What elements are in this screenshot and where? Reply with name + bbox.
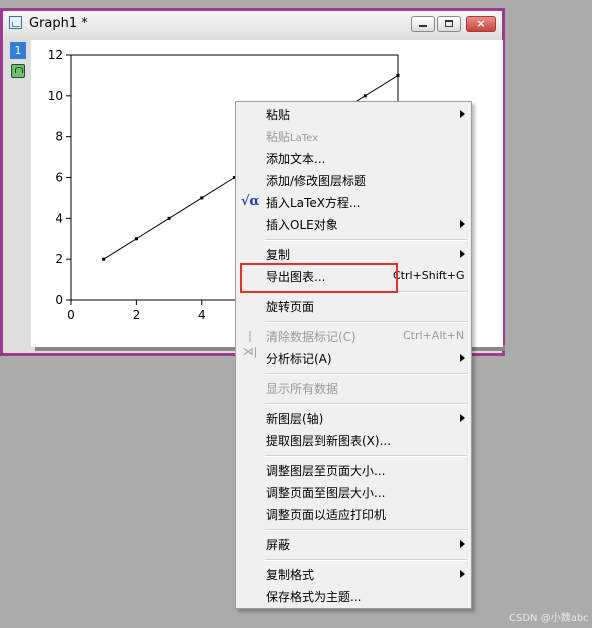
menu-item-show-all-data[interactable]: 显示所有数据 <box>236 377 471 399</box>
menu-label-fit-page-to-printer: 调整页面以适应打印机 <box>266 508 387 522</box>
menu-label-rotate-page: 旋转页面 <box>266 300 315 314</box>
menu-separator <box>265 373 467 375</box>
menu-item-clear-markers[interactable]: |⋊| 清除数据标记(C) Ctrl+Alt+N <box>236 325 471 358</box>
menu-label-add-text: 添加文本... <box>266 152 326 166</box>
submenu-arrow-icon <box>460 540 465 548</box>
menu-item-paste-latex[interactable]: 粘贴LaTex <box>236 125 471 147</box>
menu-item-fit-page-to-printer[interactable]: 调整页面以适应打印机 <box>236 503 471 525</box>
submenu-arrow-icon <box>460 250 465 258</box>
layer-1-badge[interactable]: 1 <box>10 42 26 59</box>
menu-item-paste[interactable]: 粘贴 <box>236 103 471 125</box>
menu-separator <box>265 559 467 561</box>
menu-separator <box>265 239 467 241</box>
menu-item-insert-latex[interactable]: √α 插入LaTeX方程... <box>236 191 471 213</box>
menu-item-fit-layer-to-page[interactable]: 调整图层至页面大小... <box>236 459 471 481</box>
menu-label-insert-latex: 插入LaTeX方程... <box>266 196 361 210</box>
menu-label-mask: 屏蔽 <box>266 538 291 552</box>
menu-item-mask[interactable]: 屏蔽 <box>236 533 471 555</box>
menu-item-add-layer-title[interactable]: 添加/修改图层标题 <box>236 169 471 191</box>
menu-label-insert-ole: 插入OLE对象 <box>266 218 338 232</box>
data-point <box>134 237 138 241</box>
data-point <box>363 94 367 98</box>
shortcut-clear-markers: Ctrl+Alt+N <box>403 329 465 342</box>
menu-label-copy-format: 复制格式 <box>266 568 315 582</box>
menu-label-new-layer: 新图层(轴) <box>266 412 324 426</box>
menu-label-save-format-as-theme: 保存格式为主题... <box>266 590 362 604</box>
menu-item-fit-page-to-layer[interactable]: 调整页面至图层大小... <box>236 481 471 503</box>
data-point <box>167 216 171 220</box>
y-tick-label: 12 <box>48 48 63 62</box>
clear-data-marker-icon: |⋊| <box>242 329 258 358</box>
latex-icon: √α <box>241 194 260 209</box>
maximize-icon <box>445 20 453 27</box>
menu-item-insert-ole[interactable]: 插入OLE对象 <box>236 213 471 235</box>
menu-label-paste-latex: 粘贴LaTex <box>266 128 318 145</box>
menu-label-paste: 粘贴 <box>266 108 291 122</box>
close-button[interactable]: × <box>466 16 496 32</box>
menu-label-extract-layer: 提取图层到新图表(X)... <box>266 434 392 448</box>
menu-item-save-format-as-theme[interactable]: 保存格式为主题... <box>236 585 471 607</box>
paste-latex-suffix: LaTex <box>290 133 319 144</box>
y-tick-label: 0 <box>55 293 63 307</box>
submenu-arrow-icon <box>460 570 465 578</box>
x-tick-label: 2 <box>133 308 141 322</box>
window-title: Graph1 * <box>29 16 88 31</box>
menu-label-show-all-data: 显示所有数据 <box>266 382 339 396</box>
highlight-annotation-box <box>240 263 398 293</box>
data-point <box>396 73 400 77</box>
y-tick-label: 6 <box>55 171 63 185</box>
menu-label-copy: 复制 <box>266 248 291 262</box>
menu-label-analysis-markers: 分析标记(A) <box>266 352 332 366</box>
submenu-arrow-icon <box>460 354 465 362</box>
menu-item-new-layer[interactable]: 新图层(轴) <box>236 407 471 429</box>
menu-item-rotate-page[interactable]: 旋转页面 <box>236 295 471 317</box>
submenu-arrow-icon <box>460 110 465 118</box>
data-point <box>102 257 106 261</box>
menu-separator <box>265 403 467 405</box>
menu-separator <box>265 529 467 531</box>
context-menu: 粘贴 粘贴LaTex 添加文本... 添加/修改图层标题 √α 插入LaTeX方… <box>235 101 472 609</box>
menu-item-add-text[interactable]: 添加文本... <box>236 147 471 169</box>
menu-item-copy-format[interactable]: 复制格式 <box>236 563 471 585</box>
x-tick-label: 0 <box>67 308 75 322</box>
y-tick-label: 4 <box>55 211 63 225</box>
menu-label-fit-layer-to-page: 调整图层至页面大小... <box>266 464 386 478</box>
menu-separator <box>265 321 467 323</box>
title-bar[interactable]: Graph1 * × <box>3 11 502 36</box>
minimize-button[interactable] <box>411 16 435 32</box>
y-tick-label: 10 <box>48 89 63 103</box>
lock-icon[interactable] <box>11 64 25 78</box>
menu-item-copy[interactable]: 复制 <box>236 243 471 265</box>
menu-label-fit-page-to-layer: 调整页面至图层大小... <box>266 486 386 500</box>
y-tick-label: 2 <box>55 252 63 266</box>
close-icon: × <box>476 17 486 30</box>
submenu-arrow-icon <box>460 414 465 422</box>
menu-item-extract-layer[interactable]: 提取图层到新图表(X)... <box>236 429 471 451</box>
shortcut-export-graph: Ctrl+Shift+G <box>393 269 465 282</box>
watermark: CSDN @小魏abc <box>509 613 589 624</box>
menu-label-add-layer-title: 添加/修改图层标题 <box>266 174 367 188</box>
paste-latex-prefix: 粘贴 <box>266 130 291 144</box>
maximize-button[interactable] <box>437 16 461 32</box>
y-tick-label: 8 <box>55 130 63 144</box>
menu-separator <box>265 455 467 457</box>
menu-label-clear-markers: 清除数据标记(C) <box>266 330 356 344</box>
minimize-icon <box>419 25 427 27</box>
menu-item-analysis-markers[interactable]: 分析标记(A) <box>236 347 471 369</box>
x-tick-label: 4 <box>198 308 206 322</box>
submenu-arrow-icon <box>460 220 465 228</box>
graph-window-icon[interactable] <box>9 16 22 29</box>
data-point <box>200 196 204 200</box>
